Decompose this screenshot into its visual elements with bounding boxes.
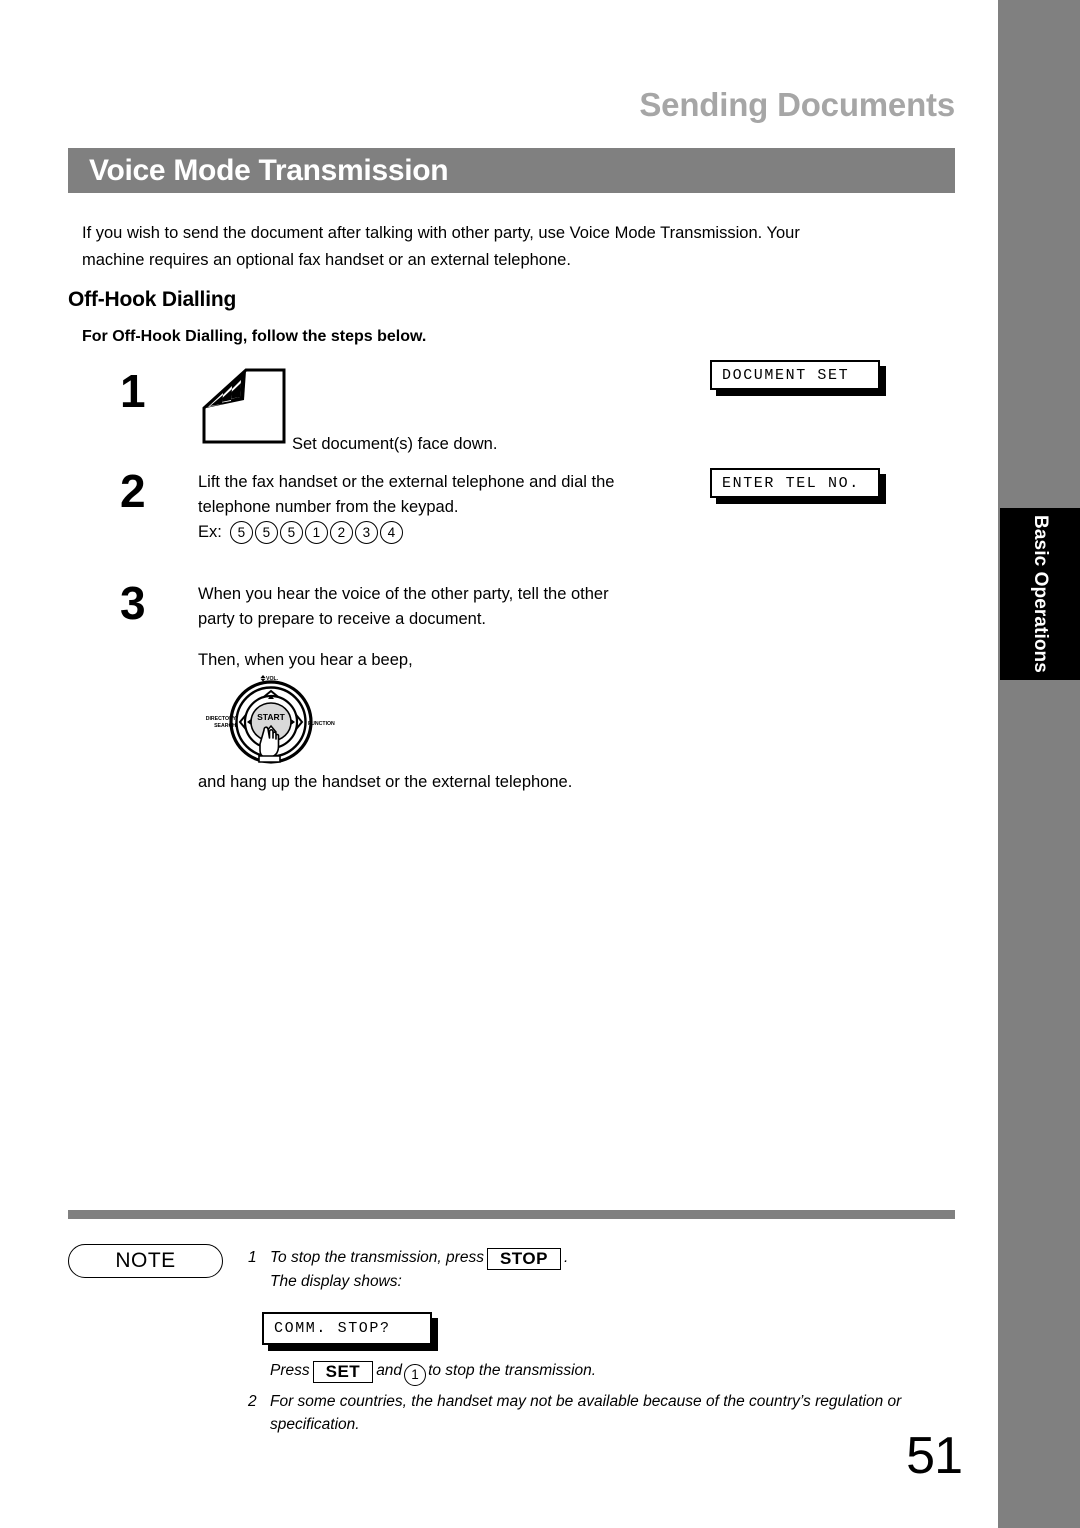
control-panel-start-key-icon: START VOL. DIRECTORY SEARCH FUNCTION bbox=[206, 675, 335, 764]
running-head: Sending Documents bbox=[639, 86, 955, 123]
step-3-line-1: When you hear the voice of the other par… bbox=[198, 585, 609, 603]
svg-text:SEARCH: SEARCH bbox=[214, 723, 236, 729]
note-press-prefix: Press bbox=[270, 1362, 310, 1379]
step-2-example-row: Ex: 5 5 5 1 2 3 4 bbox=[198, 521, 403, 544]
intro-line-2: machine requires an optional fax handset… bbox=[82, 251, 571, 269]
keypad-digit: 5 bbox=[229, 521, 253, 544]
note-item-2-marker: 2 bbox=[248, 1392, 257, 1410]
step-3-line-2: party to prepare to receive a document. bbox=[198, 610, 486, 628]
step-2-number: 2 bbox=[120, 465, 146, 517]
lcd-display-enter-tel-no: ENTER TEL NO. bbox=[710, 468, 880, 498]
note-press-suffix: to stop the transmission. bbox=[428, 1362, 597, 1379]
step-3-number: 3 bbox=[120, 577, 146, 629]
step-2-line-1: Lift the fax handset or the external tel… bbox=[198, 473, 615, 491]
keypad-digit: 1 bbox=[304, 521, 328, 544]
page-title: Voice Mode Transmission bbox=[89, 153, 449, 187]
keypad-digit: 5 bbox=[254, 521, 278, 544]
note-item-1-period: . bbox=[563, 1249, 569, 1266]
keypad-digit: 5 bbox=[279, 521, 303, 544]
note-item-1-line-2: The display shows: bbox=[270, 1273, 402, 1290]
step-3-text: When you hear the voice of the other par… bbox=[198, 582, 678, 632]
note-item-2-line-1: For some countries, the handset may not … bbox=[270, 1392, 902, 1410]
step-2-line-2: telephone number from the keypad. bbox=[198, 498, 459, 516]
step-1-caption: Set document(s) face down. bbox=[292, 435, 498, 453]
intro-paragraph: If you wish to send the document after t… bbox=[82, 220, 952, 274]
step-3-beep-text: Then, when you hear a beep, bbox=[198, 651, 413, 669]
step-1-number: 1 bbox=[120, 365, 146, 417]
svg-text:DIRECTORY: DIRECTORY bbox=[206, 716, 237, 722]
svg-text:START: START bbox=[257, 712, 286, 722]
note-press-line: Press SET and 1 to stop the transmission. bbox=[248, 1359, 958, 1386]
keypad-digit: 3 bbox=[354, 521, 378, 544]
intro-line-1: If you wish to send the document after t… bbox=[82, 224, 800, 242]
page-number: 51 bbox=[906, 1427, 963, 1485]
note-item-1: 1 To stop the transmission, press STOP. T… bbox=[248, 1246, 958, 1293]
section-thumb-tab: Basic Operations bbox=[1000, 508, 1080, 680]
note-press-and: and bbox=[376, 1362, 403, 1379]
example-label: Ex: bbox=[198, 523, 222, 541]
svg-text:FUNCTION: FUNCTION bbox=[308, 721, 335, 727]
lcd-display-document-set: DOCUMENT SET bbox=[710, 360, 880, 390]
subsection-lead: For Off-Hook Dialling, follow the steps … bbox=[82, 328, 427, 345]
keypad-digit-1-icon: 1 bbox=[404, 1363, 427, 1386]
step-3-hangup-text: and hang up the handset or the external … bbox=[198, 773, 573, 791]
note-item-1-marker: 1 bbox=[248, 1249, 257, 1266]
svg-text:VOL.: VOL. bbox=[266, 676, 279, 682]
note-item-1-text: To stop the transmission, press bbox=[270, 1249, 484, 1266]
set-key-icon: SET bbox=[312, 1361, 374, 1383]
stop-key-icon: STOP bbox=[486, 1248, 561, 1270]
footer-divider bbox=[68, 1210, 955, 1219]
step-2-text: Lift the fax handset or the external tel… bbox=[198, 470, 678, 520]
keypad-digit: 2 bbox=[329, 521, 353, 544]
subsection-heading: Off-Hook Dialling bbox=[68, 288, 237, 311]
page-side-bar bbox=[998, 0, 1080, 1528]
lcd-display-comm-stop: COMM. STOP? bbox=[262, 1312, 432, 1345]
section-thumb-tab-label: Basic Operations bbox=[1030, 515, 1051, 673]
note-badge: NOTE bbox=[68, 1244, 223, 1278]
document-stack-icon bbox=[202, 368, 286, 444]
keypad-digit: 4 bbox=[379, 521, 403, 544]
note-spacer bbox=[248, 1293, 958, 1307]
section-title-bar: Voice Mode Transmission bbox=[68, 148, 955, 193]
